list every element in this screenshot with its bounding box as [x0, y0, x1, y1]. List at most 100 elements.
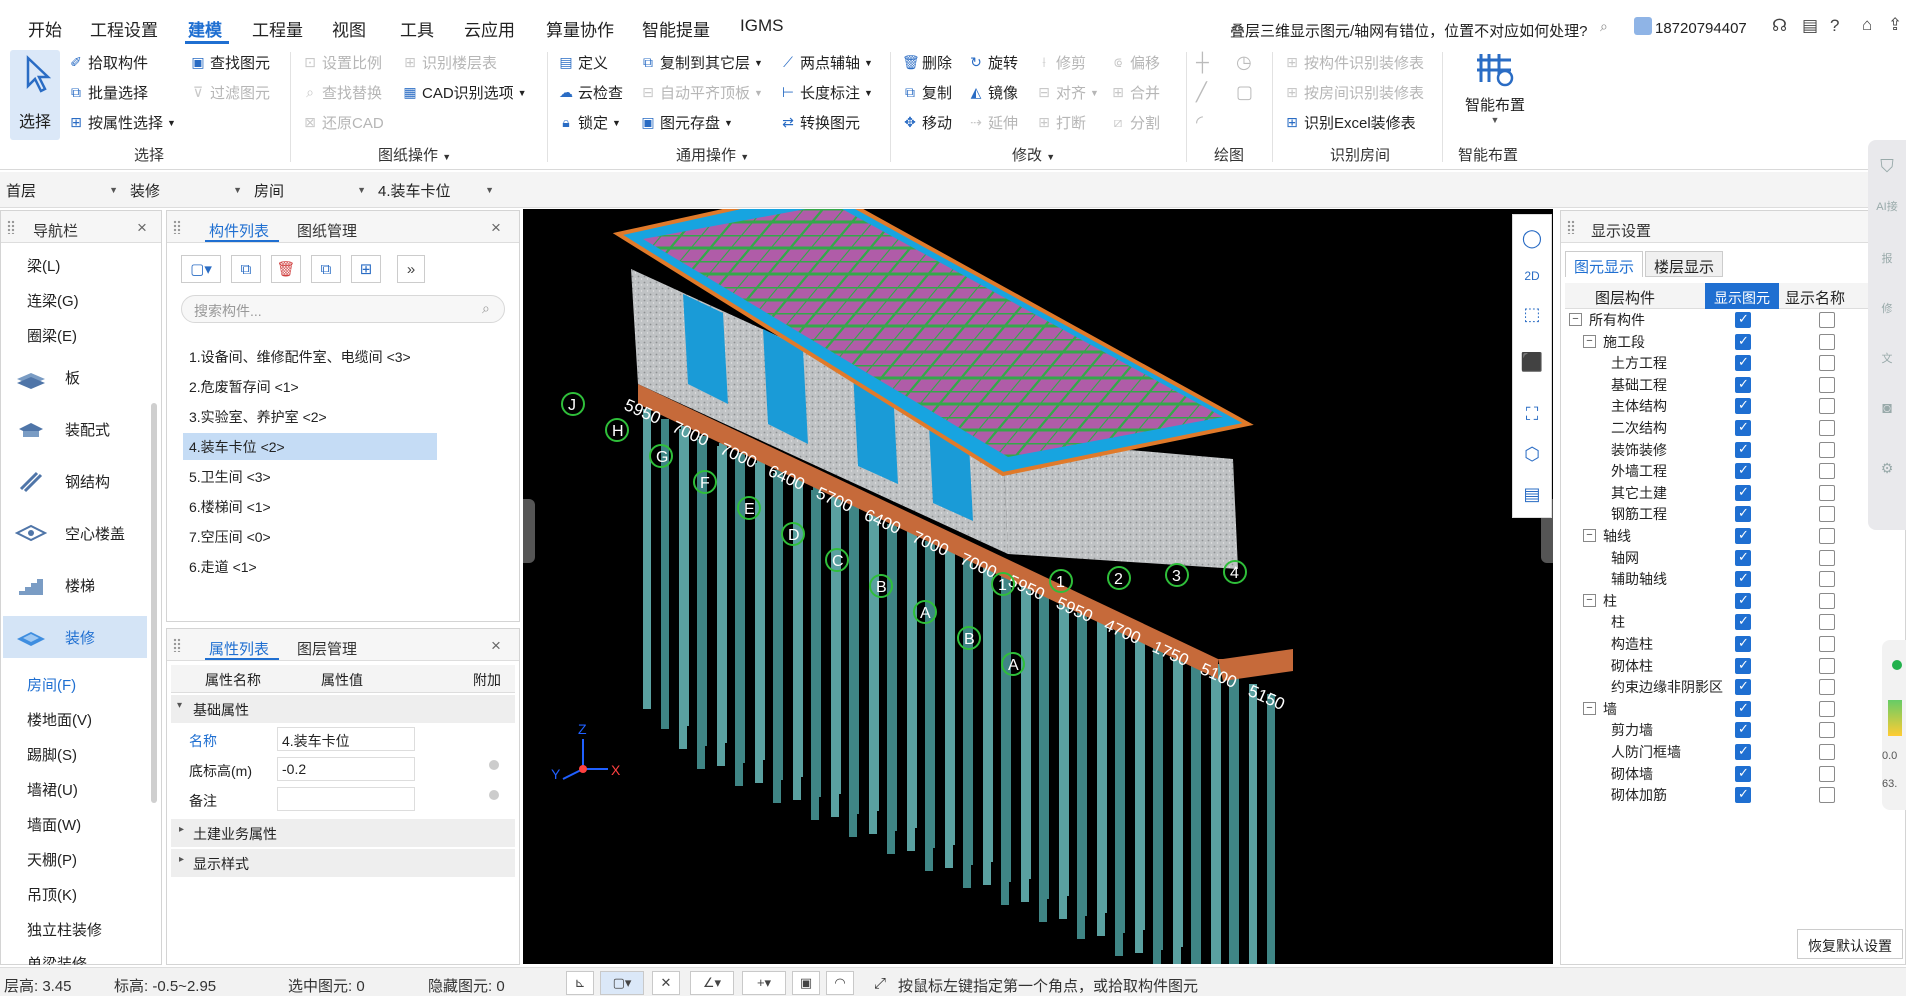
- grip-icon[interactable]: [7, 220, 15, 234]
- show-name-checkbox[interactable]: [1819, 528, 1835, 544]
- convert-element-button[interactable]: ⇄ 转换图元: [780, 112, 860, 133]
- group-style[interactable]: ▸ 显示样式: [171, 849, 515, 877]
- copy-component-icon[interactable]: ⧉: [231, 255, 261, 283]
- grip-icon[interactable]: [1567, 220, 1575, 234]
- show-name-checkbox[interactable]: [1819, 787, 1835, 804]
- menu-tools[interactable]: 工具: [400, 16, 434, 41]
- upload-icon[interactable]: ⇪: [1888, 15, 1902, 35]
- nav-sub-dado[interactable]: 墙裙(U): [27, 779, 78, 800]
- split-button[interactable]: ⧄ 分割: [1110, 112, 1160, 133]
- show-element-checkbox[interactable]: [1735, 419, 1751, 436]
- layer-row[interactable]: 砌体加筋: [1565, 784, 1903, 810]
- 2d-view-icon[interactable]: 2D: [1515, 259, 1549, 293]
- search-icon[interactable]: ⌕: [1600, 18, 1608, 35]
- restore-cad-button[interactable]: ⊠ 还原CAD: [302, 112, 384, 133]
- nav-sub-skirting[interactable]: 踢脚(S): [27, 744, 77, 765]
- close-icon[interactable]: ×: [491, 218, 501, 238]
- report-label[interactable]: 报: [1868, 250, 1906, 266]
- grip-icon[interactable]: [173, 638, 181, 652]
- show-element-checkbox[interactable]: [1735, 376, 1751, 393]
- show-name-checkbox[interactable]: [1819, 592, 1835, 609]
- extra-checkbox[interactable]: [489, 760, 499, 770]
- show-element-checkbox[interactable]: [1735, 765, 1751, 782]
- nav-sub-ceiling[interactable]: 天棚(P): [27, 849, 77, 870]
- nav-sub-suspended-ceiling[interactable]: 吊顶(K): [27, 884, 77, 905]
- nav-item-hollow-floor[interactable]: 空心楼盖: [15, 512, 147, 554]
- filter-element-button[interactable]: ⊽ 过滤图元: [190, 82, 270, 103]
- calendar-icon[interactable]: ▤: [1802, 16, 1818, 36]
- grip-icon[interactable]: [173, 220, 181, 234]
- show-name-checkbox[interactable]: [1819, 333, 1835, 350]
- rect-icon[interactable]: ▢: [1236, 82, 1253, 103]
- show-name-checkbox[interactable]: [1819, 765, 1835, 782]
- nav-item-prefab[interactable]: 装配式: [15, 408, 147, 450]
- fit-view-icon[interactable]: ⛶: [1515, 397, 1549, 431]
- nav-item-slab[interactable]: 板: [15, 356, 147, 398]
- headset-icon[interactable]: ☊: [1772, 16, 1787, 36]
- menu-smart-extract[interactable]: 智能提量: [642, 16, 710, 41]
- show-element-checkbox[interactable]: [1735, 397, 1751, 415]
- line-icon[interactable]: ╱: [1196, 82, 1207, 103]
- recog-by-comp-button[interactable]: ⊞ 按构件识别装修表: [1284, 52, 1424, 73]
- show-name-checkbox[interactable]: [1819, 312, 1835, 328]
- component-select[interactable]: 4.装车卡位 ▼: [374, 178, 498, 202]
- cube-view-icon[interactable]: ⬛: [1515, 345, 1549, 379]
- collapse-icon[interactable]: −: [1583, 529, 1596, 542]
- show-element-checkbox[interactable]: [1735, 549, 1751, 566]
- show-element-checkbox[interactable]: [1735, 505, 1751, 523]
- two-point-axis-button[interactable]: ⟋ 两点辅轴 ▼: [780, 52, 873, 73]
- recog-by-room-button[interactable]: ⊞ 按房间识别装修表: [1284, 82, 1424, 103]
- show-element-checkbox[interactable]: [1735, 333, 1751, 350]
- show-element-checkbox[interactable]: [1735, 743, 1751, 760]
- show-name-checkbox[interactable]: [1819, 722, 1835, 739]
- type-select[interactable]: 房间 ▼: [250, 178, 370, 202]
- copy-button[interactable]: ⧉ 复制: [902, 82, 952, 103]
- component-search-input[interactable]: 搜索构件... ⌕: [181, 295, 505, 323]
- component-item-selected[interactable]: 4.装车卡位 <2>: [189, 437, 285, 457]
- batch-select-button[interactable]: ⧉ 批量选择: [68, 82, 148, 103]
- cad-options-button[interactable]: ▦ CAD识别选项 ▼: [402, 82, 526, 103]
- new-component-icon[interactable]: ▢▾: [181, 255, 221, 283]
- select-button[interactable]: 选择: [10, 50, 60, 140]
- show-name-checkbox[interactable]: [1819, 441, 1835, 458]
- show-name-checkbox[interactable]: [1819, 700, 1835, 717]
- show-name-checkbox[interactable]: [1819, 636, 1835, 652]
- cloud-check-button[interactable]: ☁ 云检查: [558, 82, 623, 103]
- show-element-checkbox[interactable]: [1735, 311, 1751, 328]
- modify-label[interactable]: 修: [1868, 300, 1906, 316]
- component-item[interactable]: 5.卫生间 <3>: [189, 467, 271, 487]
- skin-icon[interactable]: ⌂: [1862, 15, 1872, 35]
- category-select[interactable]: 装修 ▼: [126, 178, 246, 202]
- delete-button[interactable]: 🗑︎ 删除: [902, 52, 952, 73]
- snap-icon[interactable]: +▾: [742, 971, 786, 995]
- arc-tool-icon[interactable]: ◠: [826, 971, 854, 995]
- collapse-icon[interactable]: −: [1583, 334, 1596, 348]
- arc-icon[interactable]: ◜: [1196, 112, 1203, 133]
- rotate-button[interactable]: ↻ 旋转: [968, 52, 1018, 73]
- show-element-checkbox[interactable]: [1735, 484, 1751, 501]
- show-name-checkbox[interactable]: [1819, 679, 1835, 696]
- nav-item-link-beam[interactable]: 连梁(G): [27, 290, 79, 311]
- nav-sub-floor[interactable]: 楼地面(V): [27, 709, 92, 730]
- tab-component-list[interactable]: 构件列表: [209, 220, 269, 241]
- show-name-checkbox[interactable]: [1819, 571, 1835, 588]
- nav-scrollbar[interactable]: [151, 403, 157, 803]
- collapse-icon[interactable]: −: [1569, 313, 1582, 326]
- show-element-checkbox[interactable]: [1735, 613, 1751, 631]
- show-element-checkbox[interactable]: [1735, 462, 1751, 480]
- nav-sub-column-deco[interactable]: 独立柱装修: [27, 919, 102, 940]
- show-name-checkbox[interactable]: [1819, 549, 1835, 566]
- show-element-checkbox[interactable]: [1735, 570, 1751, 588]
- component-item[interactable]: 2.危废暂存间 <1>: [189, 377, 299, 397]
- display-settings-icon[interactable]: ▤: [1515, 477, 1549, 511]
- ortho-icon[interactable]: ⊾: [566, 971, 594, 995]
- merge-button[interactable]: ⊞ 合并: [1110, 82, 1160, 103]
- component-item[interactable]: 6.走道 <1>: [189, 557, 257, 577]
- show-name-checkbox[interactable]: [1819, 744, 1835, 760]
- component-item[interactable]: 7.空压间 <0>: [189, 527, 271, 547]
- component-item[interactable]: 6.楼梯间 <1>: [189, 497, 271, 517]
- close-icon[interactable]: ×: [137, 218, 147, 238]
- set-ratio-button[interactable]: ⊡ 设置比例: [302, 52, 382, 73]
- recognize-floor-table-button[interactable]: ⊞ 识别楼层表: [402, 52, 497, 73]
- show-name-checkbox[interactable]: [1819, 657, 1835, 674]
